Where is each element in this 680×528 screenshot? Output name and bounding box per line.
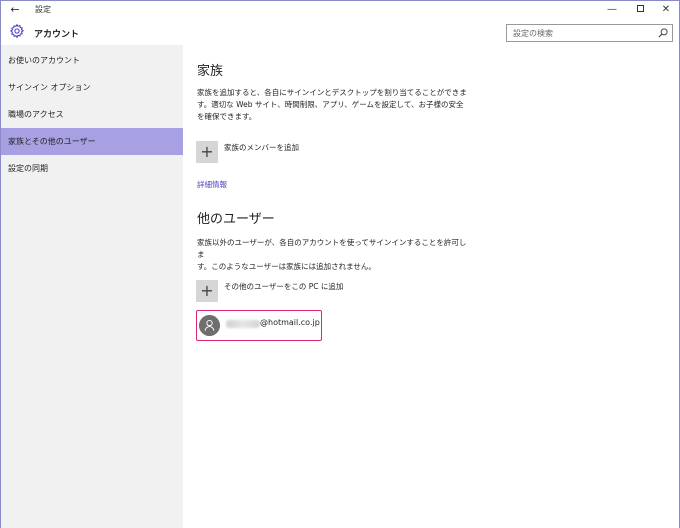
main-content: 家族 家族を追加すると、各自にサインインとデスクトップを割り当てることができま … — [183, 45, 679, 528]
maximize-icon — [636, 4, 644, 12]
other-users-description-line: す。このようなユーザーは家族には追加されません。 — [197, 262, 376, 271]
back-button[interactable]: ← — [5, 2, 25, 18]
section-title: アカウント — [34, 30, 80, 40]
minimize-button[interactable]: — — [599, 1, 625, 19]
sidebar: お使いのアカウント サインイン オプション 職場のアクセス 家族とその他のユーザ… — [1, 45, 183, 528]
close-button[interactable]: ✕ — [653, 1, 679, 19]
family-description: 家族を追加すると、各自にサインインとデスクトップを割り当てることができま す。適… — [197, 87, 467, 123]
learn-more-link[interactable]: 詳細情報 — [197, 179, 227, 190]
other-users-description-line: 家族以外のユーザーが、各自のアカウントを使ってサインインすることを許可しま — [197, 238, 467, 259]
family-description-line: す。適切な Web サイト、時間制限、アプリ、ゲームを設定して、お子様の安全 — [197, 100, 464, 109]
search-icon[interactable] — [657, 27, 669, 39]
maximize-button[interactable] — [627, 1, 653, 19]
sidebar-item-your-account[interactable]: お使いのアカウント — [1, 47, 183, 74]
other-users-heading: 他のユーザー — [197, 212, 275, 227]
window-title: 設定 — [35, 5, 51, 14]
sidebar-item-family-other-users[interactable]: 家族とその他のユーザー — [1, 128, 183, 155]
account-email: @hotmail.co.jp — [260, 318, 320, 327]
page-header: アカウント — [1, 19, 679, 45]
add-family-member-label: 家族のメンバーを追加 — [224, 143, 299, 152]
sidebar-item-sync-settings[interactable]: 設定の同期 — [1, 155, 183, 182]
family-heading: 家族 — [197, 64, 224, 79]
minimize-icon: — — [607, 4, 617, 15]
sidebar-item-work-access[interactable]: 職場のアクセス — [1, 101, 183, 128]
other-users-description: 家族以外のユーザーが、各自のアカウントを使ってサインインすることを許可しま す。… — [197, 237, 467, 273]
family-description-line: を確保できます。 — [197, 112, 257, 121]
back-arrow-icon: ← — [10, 3, 20, 16]
blurred-email-username — [226, 320, 260, 328]
search-input[interactable] — [507, 25, 652, 41]
close-icon: ✕ — [661, 4, 671, 15]
plus-icon: + — [196, 141, 218, 163]
sidebar-item-sign-in-options[interactable]: サインイン オプション — [1, 74, 183, 101]
settings-window: ← 設定 — ✕ アカウント お使いのアカウント — [0, 0, 680, 528]
other-user-account[interactable]: @hotmail.co.jp — [196, 310, 322, 341]
title-bar: ← 設定 — ✕ — [1, 1, 679, 19]
gear-icon — [9, 23, 25, 39]
user-icon — [199, 315, 220, 336]
add-other-user-label: その他のユーザーをこの PC に追加 — [224, 282, 344, 291]
search-box[interactable] — [506, 24, 673, 42]
family-description-line: 家族を追加すると、各自にサインインとデスクトップを割り当てることができま — [197, 88, 467, 97]
plus-icon: + — [196, 280, 218, 302]
